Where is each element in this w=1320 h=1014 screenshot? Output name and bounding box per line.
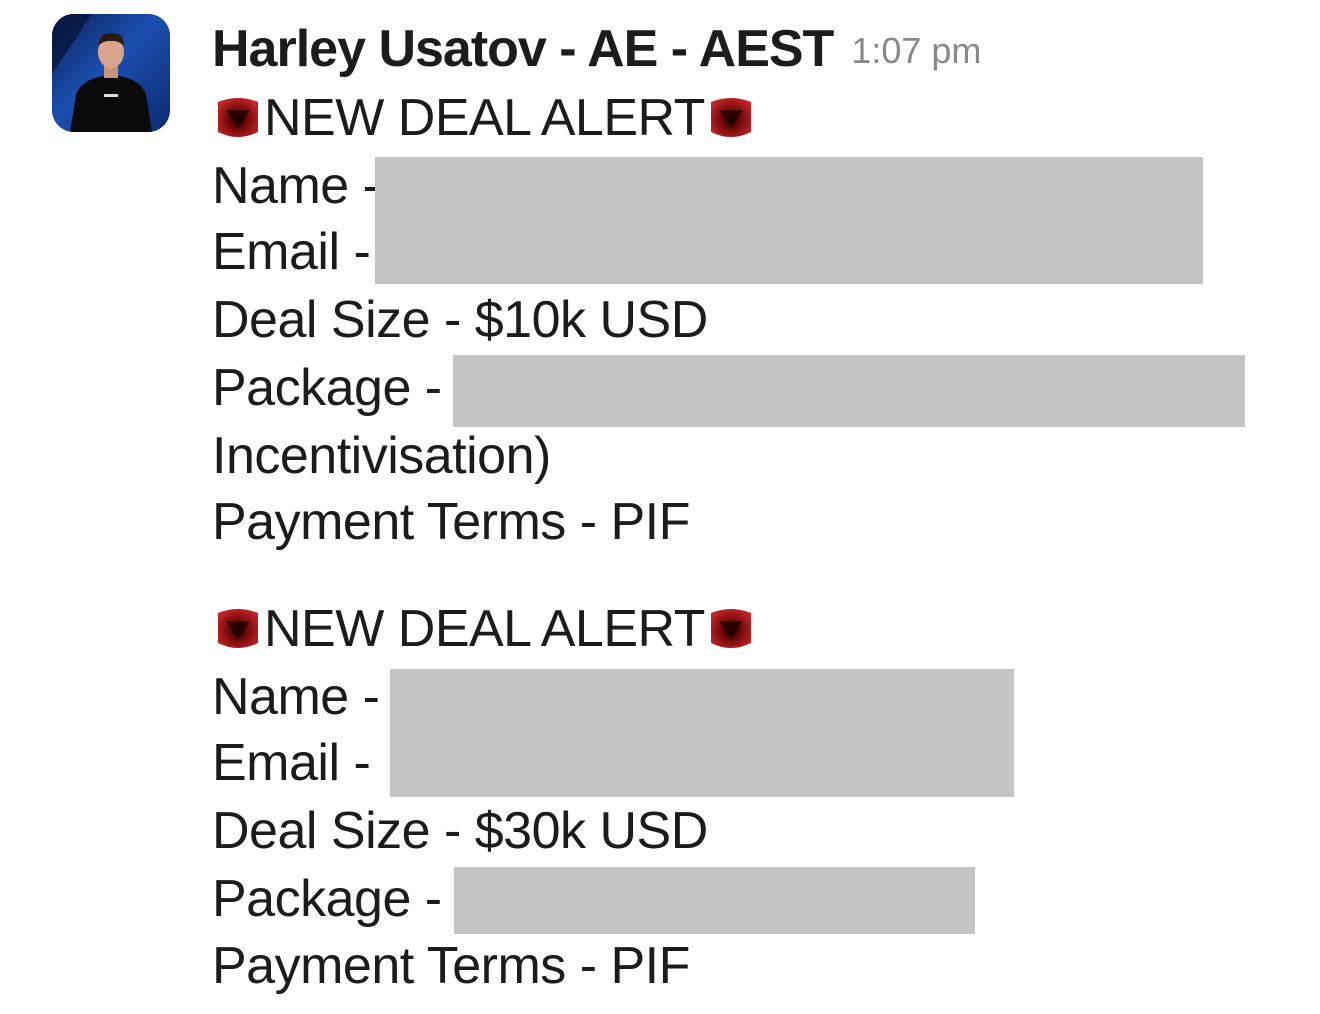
red-shield-emoji-icon: [705, 603, 757, 655]
message-header: Harley Usatov - AE - AEST 1:07 pm: [212, 16, 981, 82]
deal-size-text: Deal Size - $30k USD: [212, 802, 708, 860]
deal-payment-terms: Payment Terms - PIF: [212, 937, 690, 995]
deal-name-label: Name -: [212, 668, 380, 726]
deal-name-label: Name -: [212, 157, 380, 215]
redaction-box: [454, 867, 975, 934]
sender-avatar[interactable]: [52, 14, 170, 132]
red-shield-emoji-icon: [705, 92, 757, 144]
deal-payment-terms: Payment Terms - PIF: [212, 493, 690, 551]
deal-package-line: Package -: [212, 866, 442, 932]
deal-payment-terms-line: Payment Terms - PIF: [212, 933, 690, 999]
redaction-box: [375, 157, 1203, 284]
deal-package-label: Package -: [212, 359, 442, 417]
deal-email-label: Email -: [212, 223, 371, 281]
deal-package-label: Package -: [212, 870, 442, 928]
deal-heading-text: NEW DEAL ALERT: [264, 600, 705, 658]
redaction-box: [390, 669, 1014, 797]
deal-heading: NEW DEAL ALERT: [212, 85, 757, 151]
red-shield-emoji-icon: [212, 603, 264, 655]
deal-heading-text: NEW DEAL ALERT: [264, 89, 705, 147]
deal-payment-terms-line: Payment Terms - PIF: [212, 489, 690, 555]
deal-package-continuation: Incentivisation): [212, 427, 551, 485]
sender-name[interactable]: Harley Usatov - AE - AEST: [212, 19, 834, 79]
deal-name-line: Name -: [212, 664, 380, 730]
deal-email-label: Email -: [212, 734, 371, 792]
deal-size-line: Deal Size - $10k USD: [212, 287, 708, 353]
red-shield-emoji-icon: [212, 92, 264, 144]
deal-email-line: Email -: [212, 730, 371, 796]
deal-heading: NEW DEAL ALERT: [212, 596, 757, 662]
user-avatar-photo-icon: [52, 14, 170, 132]
deal-size-line: Deal Size - $30k USD: [212, 798, 708, 864]
redaction-box: [453, 355, 1245, 427]
message-timestamp[interactable]: 1:07 pm: [851, 30, 981, 72]
deal-email-line: Email -: [212, 219, 371, 285]
deal-package-continuation-line: Incentivisation): [212, 423, 551, 489]
deal-package-line: Package -: [212, 355, 442, 421]
deal-size-text: Deal Size - $10k USD: [212, 291, 708, 349]
deal-name-line: Name -: [212, 153, 380, 219]
